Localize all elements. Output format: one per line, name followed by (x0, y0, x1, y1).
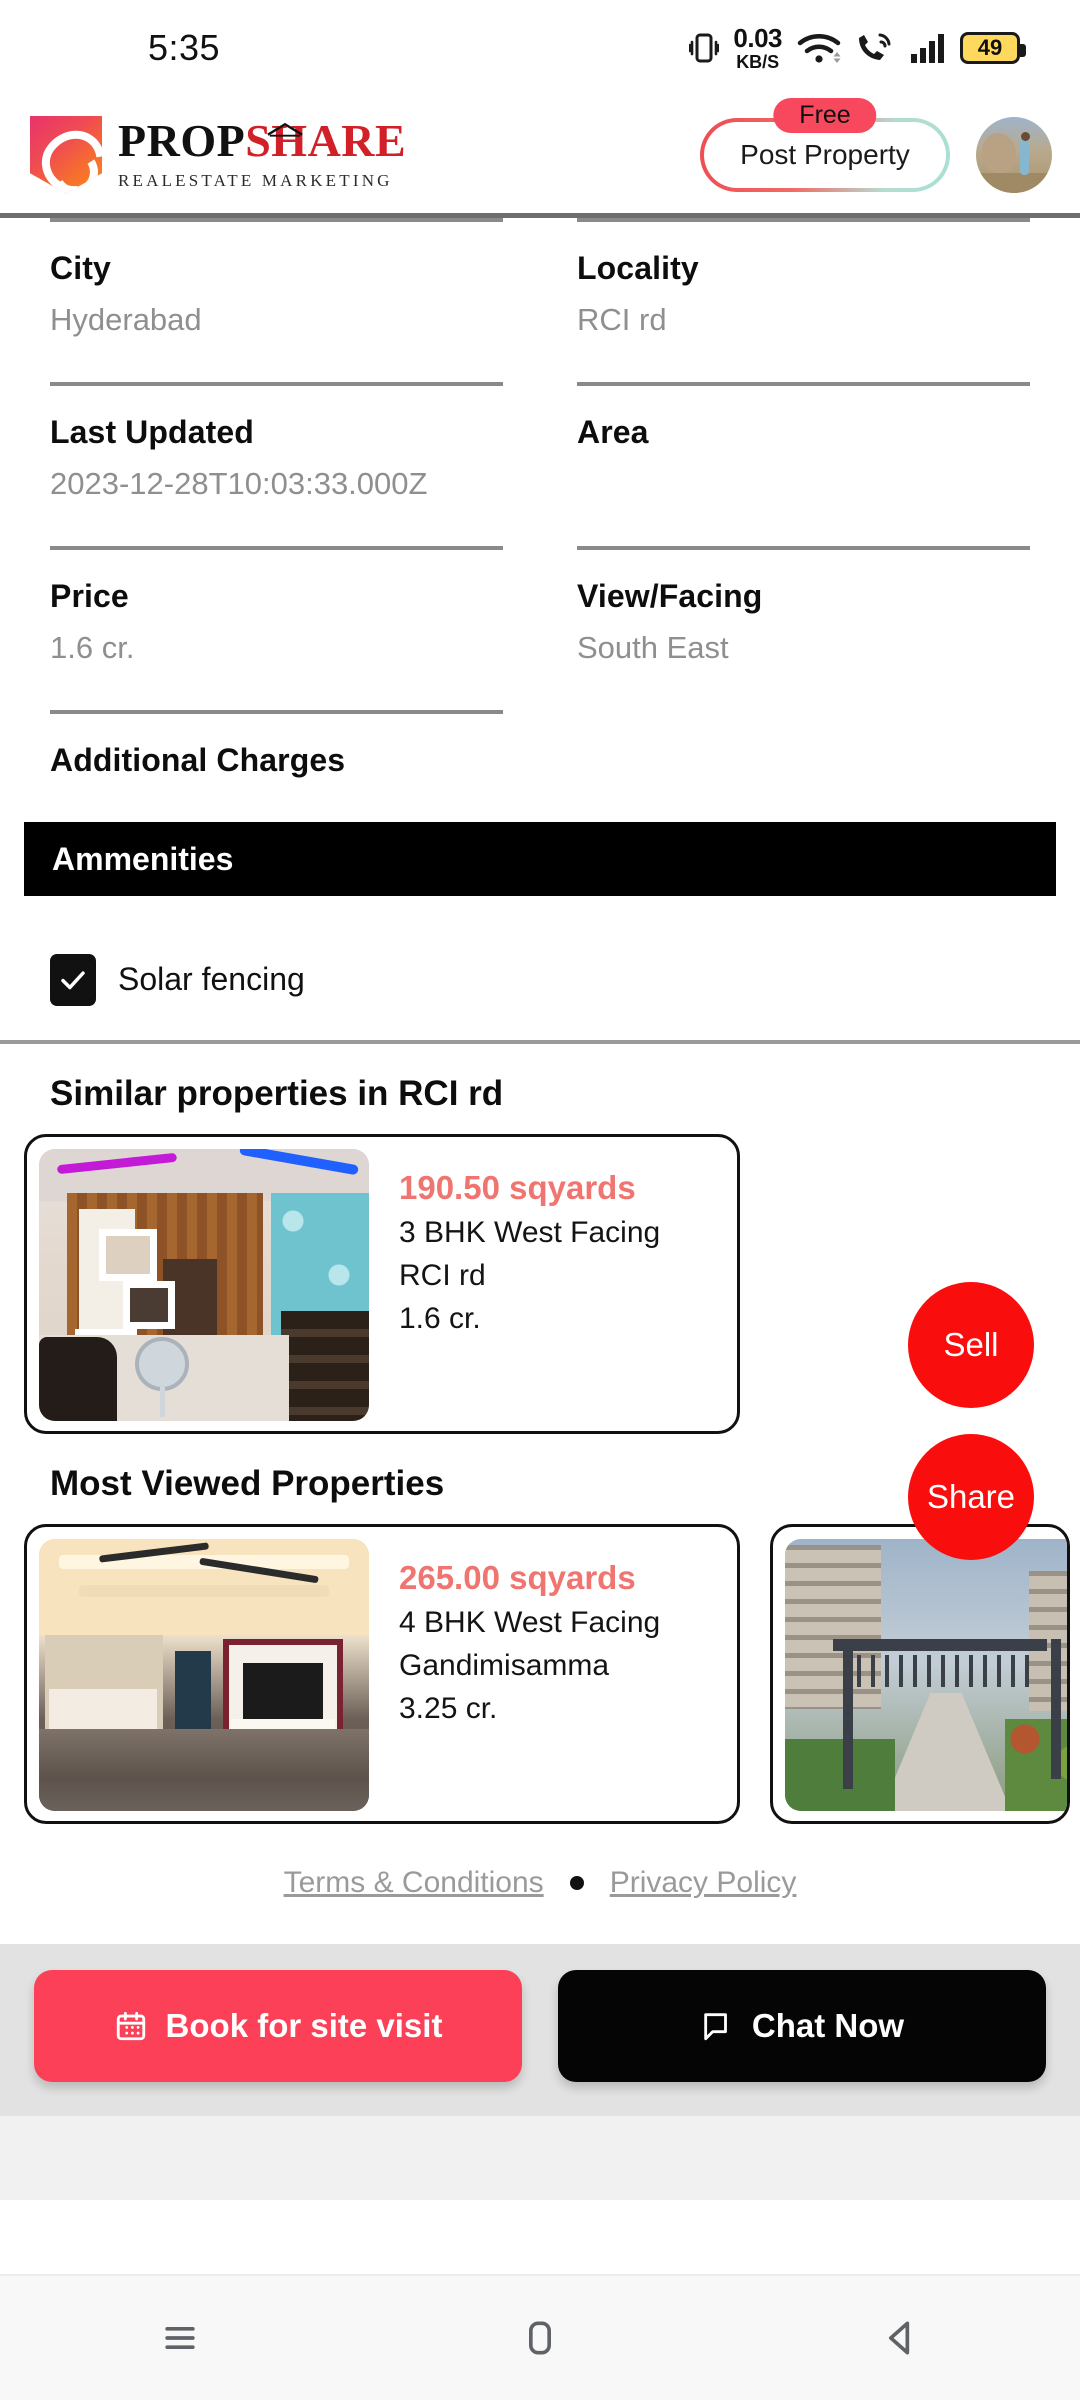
post-property-wrapper: Post Property Free (700, 97, 950, 192)
field-city: City Hyderabad (50, 218, 503, 382)
checkbox-checked-icon[interactable] (50, 954, 96, 1006)
field-label: Additional Charges (50, 742, 346, 778)
avatar[interactable] (976, 116, 1052, 193)
field-label: View/Facing (577, 578, 763, 614)
signal-icon (910, 32, 946, 64)
most-viewed-list[interactable]: 265.00 sqyards 4 BHK West Facing Gandimi… (0, 1524, 1080, 1824)
book-site-visit-button[interactable]: Book for site visit (34, 1970, 522, 2082)
detail-row: Last Updated 2023-12-28T10:03:33.000Z Ar… (50, 382, 1030, 546)
property-price: 3.25 cr. (399, 1692, 498, 1725)
free-badge: Free (773, 97, 877, 133)
book-site-visit-label: Book for site visit (165, 2007, 443, 2044)
amenity-label: Solar fencing (118, 961, 305, 998)
brand-subtitle: REALESTATE MARKETING (118, 171, 393, 190)
field-empty (577, 710, 1030, 806)
battery-icon: 49 (960, 32, 1026, 64)
field-label: Locality (577, 250, 699, 286)
property-thumbnail (39, 1149, 369, 1421)
brand-logo[interactable]: PROPSHARE REALESTATE MARKETING (30, 115, 406, 194)
property-info: 190.50 sqyards 3 BHK West Facing RCI rd … (369, 1149, 660, 1419)
recents-icon[interactable] (120, 2278, 240, 2398)
detail-row: Additional Charges (50, 710, 1030, 806)
field-value: 1.6 cr. (50, 630, 135, 665)
propshare-logo-icon (30, 115, 102, 194)
page-content: City Hyderabad Locality RCI rd Last Upda… (0, 218, 1080, 2200)
property-card[interactable]: 190.50 sqyards 3 BHK West Facing RCI rd … (24, 1134, 740, 1434)
vibrate-icon (689, 30, 720, 66)
field-label: Area (577, 414, 649, 450)
property-config: 4 BHK West Facing (399, 1606, 661, 1639)
android-nav-bar (0, 2274, 1080, 2400)
network-speed: 0.03 KB/S (733, 25, 782, 71)
property-card[interactable] (770, 1524, 1070, 1824)
bottom-spacer (0, 2116, 1080, 2200)
status-bar: 5:35 0.03 KB/S 49 (0, 0, 1080, 96)
field-value: RCI rd (577, 302, 667, 337)
network-speed-value: 0.03 (733, 23, 782, 53)
wifi-icon (796, 31, 842, 65)
field-area: Area (577, 382, 1030, 546)
field-last-updated: Last Updated 2023-12-28T10:03:33.000Z (50, 382, 503, 546)
field-value: South East (577, 630, 729, 665)
battery-level: 49 (977, 35, 1003, 60)
app-screen: 5:35 0.03 KB/S 49 PROPSHARE REALESTATE M… (0, 0, 1080, 2400)
similar-properties-list[interactable]: 190.50 sqyards 3 BHK West Facing RCI rd … (0, 1134, 1080, 1434)
brand-text: PROPSHARE REALESTATE MARKETING (118, 118, 406, 191)
field-additional-charges: Additional Charges (50, 710, 503, 806)
chat-bubble-icon (704, 2013, 727, 2041)
property-locality: RCI rd (399, 1259, 486, 1292)
field-price: Price 1.6 cr. (50, 546, 503, 710)
property-locality: Gandimisamma (399, 1649, 610, 1682)
field-value: Hyderabad (50, 302, 202, 337)
property-card[interactable]: 265.00 sqyards 4 BHK West Facing Gandimi… (24, 1524, 740, 1824)
wifi-calling-icon (856, 32, 896, 64)
property-info: 265.00 sqyards 4 BHK West Facing Gandimi… (369, 1539, 660, 1809)
calendar-icon (116, 2011, 145, 2041)
property-config: 3 BHK West Facing (399, 1216, 661, 1249)
property-price: 1.6 cr. (399, 1302, 481, 1335)
footer-links: Terms & Conditions Privacy Policy (0, 1824, 1080, 1944)
property-details: City Hyderabad Locality RCI rd Last Upda… (0, 218, 1080, 806)
terms-link[interactable]: Terms & Conditions (284, 1866, 544, 1900)
privacy-link[interactable]: Privacy Policy (610, 1866, 797, 1900)
app-header: PROPSHARE REALESTATE MARKETING Post Prop… (0, 96, 1080, 218)
field-view-facing: View/Facing South East (577, 546, 1030, 710)
detail-row: Price 1.6 cr. View/Facing South East (50, 546, 1030, 710)
detail-row: City Hyderabad Locality RCI rd (50, 218, 1030, 382)
amenities-list: Solar fencing (0, 896, 1080, 1040)
property-thumbnail (39, 1539, 369, 1811)
amenity-item[interactable]: Solar fencing (50, 954, 1030, 1006)
roof-icon (267, 122, 303, 137)
brand-title-prop: PROP (118, 115, 246, 166)
status-icons: 0.03 KB/S 49 (689, 25, 1026, 71)
brand-title: PROPSHARE (118, 118, 406, 164)
sell-fab-button[interactable]: Sell (908, 1282, 1034, 1408)
chat-now-button[interactable]: Chat Now (558, 1970, 1046, 2082)
property-thumbnail (785, 1539, 1067, 1811)
share-fab-button[interactable]: Share (908, 1434, 1034, 1560)
separator-dot (569, 1876, 584, 1890)
back-icon[interactable] (840, 2278, 960, 2398)
amenities-section-header: Ammenities (24, 822, 1056, 896)
field-label: Last Updated (50, 414, 254, 450)
chat-now-label: Chat Now (751, 2007, 905, 2044)
bottom-action-bar: Book for site visit Chat Now (0, 1944, 1080, 2116)
property-area: 190.50 sqyards (399, 1169, 636, 1206)
field-label: City (50, 250, 111, 286)
similar-properties-title: Similar properties in RCI rd (50, 1074, 504, 1113)
status-time: 5:35 (148, 27, 221, 68)
property-area: 265.00 sqyards (399, 1559, 636, 1596)
field-locality: Locality RCI rd (577, 218, 1030, 382)
field-value: 2023-12-28T10:03:33.000Z (50, 466, 428, 501)
home-icon[interactable] (480, 2278, 600, 2398)
field-label: Price (50, 578, 129, 614)
network-speed-unit: KB/S (736, 52, 780, 72)
